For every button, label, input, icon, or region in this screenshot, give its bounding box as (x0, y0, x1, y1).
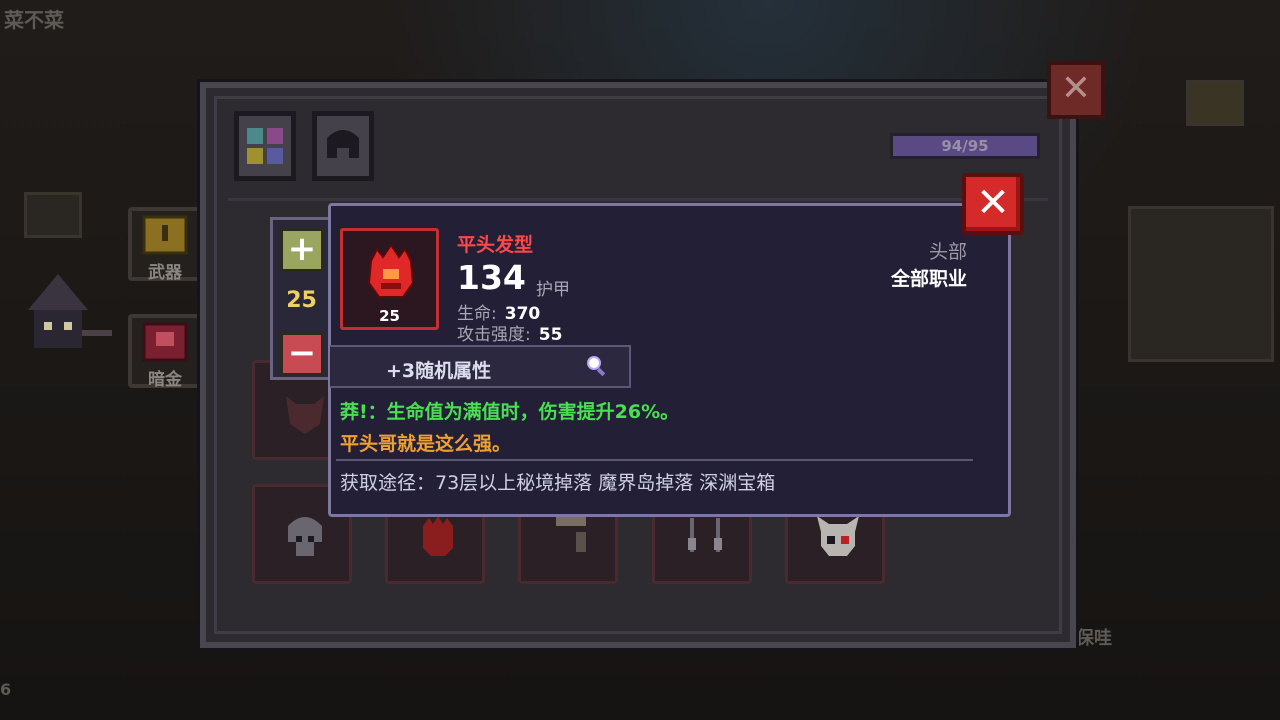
tooltip-divider (336, 459, 973, 461)
item-class-requirement: 全部职业 (890, 268, 967, 290)
stat-attack: 攻击强度: 55 (457, 320, 562, 345)
decrease-button[interactable]: − (280, 332, 324, 376)
headphones-icon (688, 518, 722, 552)
armor-label: 护甲 (536, 280, 570, 300)
quantity-stepper: + 25 − (270, 217, 330, 380)
bone-icon (556, 516, 586, 552)
player-name: 菜不菜 (4, 8, 64, 32)
demon-skull-icon (817, 516, 859, 556)
map-marker-icon (24, 192, 82, 238)
filter-helmet-button[interactable] (312, 111, 374, 181)
npc-label: 保哇 (1076, 628, 1112, 649)
side-tab-label: 武器 (148, 263, 182, 283)
tooltip-close-button[interactable]: ✕ (962, 173, 1024, 235)
item-source: 获取途径：73层以上秘境掉落 魔界岛掉落 深渊宝箱 (340, 472, 776, 494)
item-slot-type: 头部 (928, 241, 967, 263)
corner-number: 6 (0, 680, 12, 699)
flat-top-helmet-icon (367, 243, 415, 298)
item-icon-frame: 25 (340, 228, 439, 330)
red-helmet-icon (423, 516, 453, 556)
item-name: 平头发型 (457, 234, 534, 256)
panel-close-button[interactable]: ✕ (1047, 61, 1105, 119)
background-altar (1128, 206, 1274, 362)
side-tab-weapon[interactable]: 武器 (128, 207, 202, 283)
inventory-capacity: 94/95 (890, 133, 1040, 159)
side-tab-dark-gold[interactable]: 暗金 (128, 314, 202, 390)
side-tab-label: 暗金 (148, 370, 182, 390)
stat-label: 攻击强度: (457, 325, 531, 345)
skull-hood-icon (288, 517, 322, 556)
armor-value: 134 (457, 258, 526, 297)
player-character-sprite (28, 274, 112, 348)
affix-text: +3随机属性 (386, 360, 492, 382)
random-affix-bar[interactable]: +3随机属性 (330, 345, 631, 388)
item-flavor-text: 平头哥就是这么强。 (340, 433, 512, 455)
stat-value: 55 (538, 325, 563, 345)
magnifier-icon[interactable] (586, 355, 608, 377)
crown-marker-icon (1186, 80, 1244, 126)
item-special-effect: 莽!：生命值为满值时，伤害提升26%。 (340, 401, 680, 423)
helmet-icon (327, 130, 359, 158)
increase-button[interactable]: + (280, 228, 324, 272)
panel-divider (228, 198, 1048, 201)
quantity-value: 25 (286, 288, 317, 313)
demon-mask-icon (286, 396, 324, 434)
filter-all-button[interactable] (234, 111, 296, 181)
color-grid-icon (247, 128, 283, 164)
item-level: 25 (379, 307, 400, 325)
